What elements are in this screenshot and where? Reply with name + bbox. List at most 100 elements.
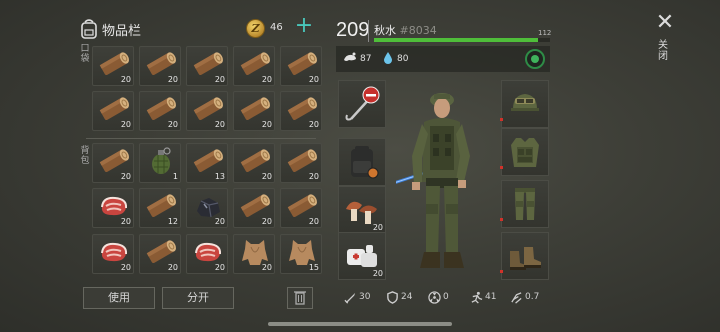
player-name-line: 秋水 #8034 [374, 22, 437, 38]
use-button[interactable]: 使用 [83, 287, 155, 309]
coin-count: 46 [270, 22, 283, 33]
slot-quantity: 20 [167, 120, 178, 129]
vest-icon [511, 138, 539, 167]
slot-quantity: 20 [214, 263, 225, 272]
inventory-slot[interactable]: 20 [280, 46, 322, 86]
sword-icon [344, 292, 356, 304]
stat-value: 0 [443, 292, 449, 302]
coin-icon: Z [246, 19, 265, 38]
slot-quantity: 20 [261, 172, 272, 181]
slot-quantity: 20 [167, 263, 178, 272]
slot-quantity: 20 [120, 263, 131, 272]
alert-dot [500, 166, 503, 169]
shield-icon [387, 291, 398, 304]
inventory-slot[interactable]: 20 [92, 188, 134, 228]
inventory-slot[interactable]: 20 [233, 234, 275, 274]
slot-quantity: 20 [308, 217, 319, 226]
player-name: 秋水 [374, 24, 396, 37]
split-button[interactable]: 分开 [162, 287, 234, 309]
inventory-slot[interactable]: 20 [139, 234, 181, 274]
stat-value: 30 [359, 292, 371, 302]
gear-slot-boots[interactable] [501, 232, 549, 280]
inventory-slot[interactable]: 20 [280, 143, 322, 183]
slot-quantity: 12 [167, 217, 178, 226]
slot-quantity: 20 [120, 120, 131, 129]
inventory-slot[interactable]: 20 [92, 234, 134, 274]
inventory-slot[interactable]: 1 [139, 143, 181, 183]
stop-sign-hook-icon [345, 86, 380, 121]
quick-slot[interactable]: 20 [338, 186, 386, 234]
player-id: #8034 [399, 24, 437, 37]
inventory-slot[interactable]: 20 [139, 91, 181, 131]
backpack-icon [351, 146, 379, 179]
pants-icon [515, 188, 535, 220]
slot-quantity: 20 [167, 75, 178, 84]
inventory-slot[interactable]: 20 [139, 46, 181, 86]
inventory-slot[interactable]: 20 [233, 143, 275, 183]
slot-quantity: 15 [308, 263, 319, 272]
inventory-slot[interactable]: 20 [92, 46, 134, 86]
radiation-icon [428, 291, 441, 304]
inventory-slot[interactable]: 20 [92, 91, 134, 131]
inventory-slot[interactable]: 20 [280, 188, 322, 228]
inventory-slot[interactable]: 12 [139, 188, 181, 228]
alert-dot [500, 270, 503, 273]
status-badge[interactable] [525, 49, 545, 69]
character-model [396, 93, 470, 268]
slot-quantity: 20 [214, 75, 225, 84]
water-value: 80 [397, 54, 409, 64]
slot-quantity: 20 [261, 120, 272, 129]
slot-quantity: 20 [120, 217, 131, 226]
food-value: 87 [360, 54, 372, 64]
slot-quantity: 20 [372, 269, 383, 278]
add-coins-button[interactable]: + [294, 15, 314, 38]
home-indicator [268, 322, 452, 326]
boots-icon [510, 247, 541, 270]
inventory-slot[interactable]: 20 [233, 46, 275, 86]
inventory-slot[interactable]: 20 [186, 234, 228, 274]
gear-slot-pants[interactable] [501, 180, 549, 228]
slot-quantity: 20 [308, 75, 319, 84]
quick-slot[interactable]: 20 [338, 232, 386, 280]
close-button[interactable]: ✕ [654, 12, 676, 34]
inventory-slot[interactable]: 20 [280, 91, 322, 131]
slot-quantity: 20 [120, 172, 131, 181]
run-icon [471, 291, 483, 304]
slot-quantity: 20 [214, 217, 225, 226]
slot-quantity: 20 [120, 75, 131, 84]
stat-value: 24 [401, 292, 413, 302]
food-icon [344, 52, 356, 61]
slot-quantity: 1 [172, 172, 178, 181]
inventory-slot[interactable]: 13 [186, 143, 228, 183]
inventory-slot[interactable]: 20 [186, 91, 228, 131]
gear-slot-helmet[interactable] [501, 80, 549, 128]
xp-value: 112 [538, 29, 552, 37]
backpack-label: 背包 [80, 146, 90, 166]
quick-slot[interactable] [338, 80, 386, 128]
slot-quantity: 20 [261, 75, 272, 84]
slot-quantity: 20 [214, 120, 225, 129]
trash-icon [294, 291, 306, 305]
inventory-slot[interactable]: 15 [280, 234, 322, 274]
section-divider [86, 138, 316, 139]
inventory-slot[interactable]: 20 [186, 188, 228, 228]
inventory-title: 物品栏 [102, 24, 142, 39]
stat-value: 0.7 [525, 292, 540, 302]
gear-slot-vest[interactable] [501, 128, 549, 176]
slot-quantity: 13 [214, 172, 225, 181]
inventory-slot[interactable]: 20 [92, 143, 134, 183]
inventory-slot[interactable]: 20 [233, 91, 275, 131]
slot-quantity: 20 [308, 120, 319, 129]
backpack-icon [81, 19, 97, 39]
player-level: 209 [336, 19, 370, 41]
inventory-slot[interactable]: 20 [233, 188, 275, 228]
trash-button[interactable] [287, 287, 313, 309]
slot-quantity: 20 [261, 217, 272, 226]
alert-dot [500, 218, 503, 221]
slot-quantity: 20 [261, 263, 272, 272]
water-icon [384, 52, 392, 64]
inventory-slot[interactable]: 20 [186, 46, 228, 86]
close-label[interactable]: 关闭 [656, 40, 670, 62]
quick-slot[interactable] [338, 138, 386, 186]
xp-bar-fill [374, 38, 538, 42]
